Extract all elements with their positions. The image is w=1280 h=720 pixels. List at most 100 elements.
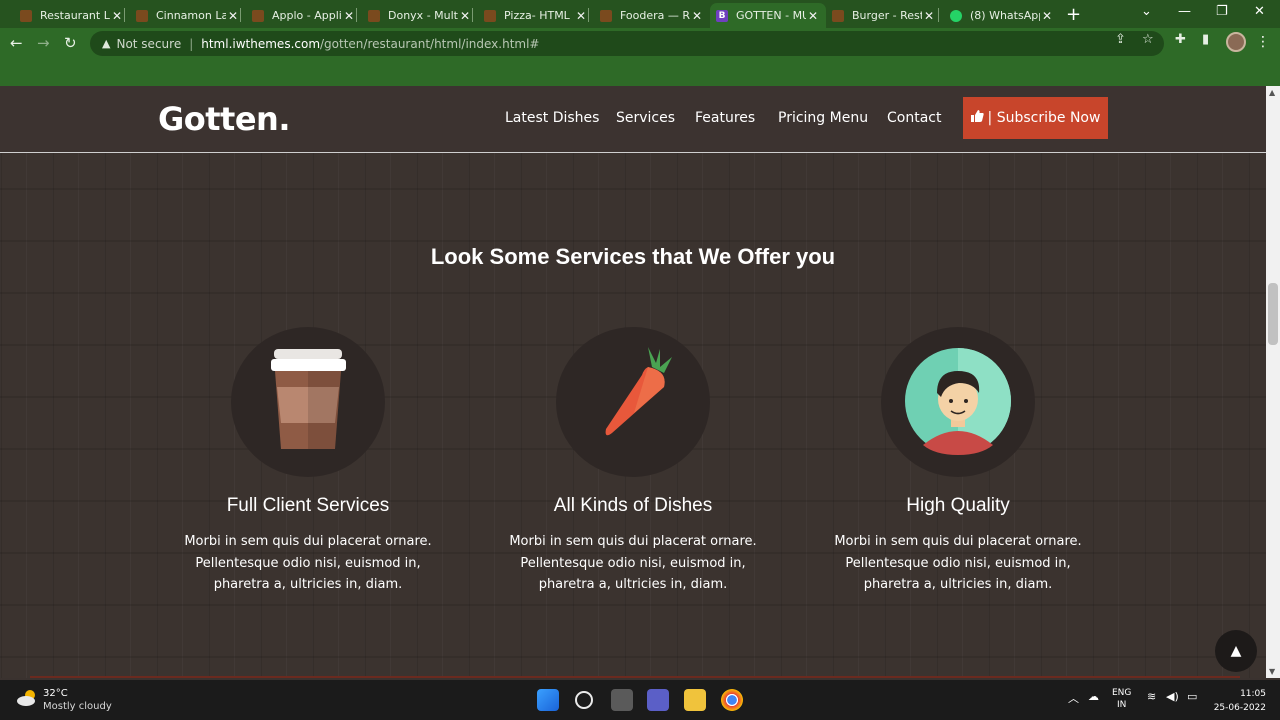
chevron-up-icon[interactable]: ︿ <box>1068 690 1079 706</box>
close-tab-icon[interactable]: ✕ <box>690 9 704 23</box>
weather-temperature[interactable]: 32°C <box>43 688 68 699</box>
browser-menu-icon[interactable]: ⋮ <box>1256 34 1270 50</box>
subscribe-button[interactable]: | Subscribe Now <box>963 97 1108 139</box>
browser-tab-active[interactable]: B GOTTEN - MU ✕ <box>710 3 826 28</box>
cloudy-weather-icon[interactable] <box>16 689 38 707</box>
service-card: All Kinds of Dishes Morbi in sem quis du… <box>473 327 793 596</box>
browser-tab[interactable]: Applo - Applic ✕ <box>246 3 362 28</box>
site-favicon-icon <box>600 9 612 22</box>
browser-tab[interactable]: Burger - Resta✕ <box>826 3 942 28</box>
close-tab-icon[interactable]: ✕ <box>226 9 240 23</box>
subscribe-label: | Subscribe Now <box>987 110 1101 126</box>
service-title: High Quality <box>906 495 1010 516</box>
restore-icon[interactable]: ❐ <box>1216 4 1228 19</box>
warning-triangle-icon: ▲ <box>102 37 111 50</box>
bootstrap-favicon-icon: B <box>716 9 728 22</box>
minimize-icon[interactable]: — <box>1178 4 1191 19</box>
next-section-edge <box>30 676 1240 678</box>
address-bar[interactable]: ▲ Not secure | html.iwthemes.com/gotten/… <box>90 31 1164 56</box>
nav-link-latest-dishes[interactable]: Latest Dishes <box>505 110 599 126</box>
wifi-icon[interactable]: ≋ <box>1147 690 1156 703</box>
close-tab-icon[interactable]: ✕ <box>574 9 588 23</box>
service-icon-circle <box>881 327 1035 477</box>
volume-icon[interactable]: ◀) <box>1166 690 1179 703</box>
site-favicon-icon <box>20 9 32 22</box>
profile-avatar[interactable] <box>1226 32 1246 52</box>
new-tab-icon[interactable]: + <box>1066 4 1081 25</box>
service-description: Morbi in sem quis dui placerat ornare. P… <box>509 534 757 592</box>
close-tab-icon[interactable]: ✕ <box>1040 9 1054 23</box>
side-panel-icon[interactable]: ▮ <box>1202 32 1209 47</box>
chef-avatar-icon <box>905 348 1011 455</box>
browser-tab[interactable]: (8) WhatsApp ✕ <box>944 3 1060 28</box>
back-arrow-icon[interactable]: ← <box>10 34 23 52</box>
teams-chat-icon[interactable] <box>647 689 669 711</box>
close-tab-icon[interactable]: ✕ <box>110 9 124 23</box>
browser-tab[interactable]: Foodera — Re ✕ <box>594 3 710 28</box>
whatsapp-favicon-icon <box>950 9 962 22</box>
carrot-icon <box>605 347 672 436</box>
reload-icon[interactable]: ↻ <box>64 34 77 52</box>
browser-tab[interactable]: Pizza- HTML L ✕ <box>478 3 594 28</box>
browser-tab-strip: Restaurant Lan✕ Cinnamon Lan✕ Applo - Ap… <box>0 0 1280 28</box>
service-icon-circle <box>231 327 385 477</box>
web-page: Gotten. Latest Dishes Services Features … <box>0 86 1266 678</box>
windows-taskbar: 32°C Mostly cloudy ︿ ☁ ENG IN ≋ ◀) ▭ 11:0… <box>0 680 1280 720</box>
site-favicon-icon <box>368 9 380 22</box>
site-logo[interactable]: Gotten. <box>158 100 290 138</box>
browser-tab[interactable]: Restaurant Lan✕ <box>14 3 130 28</box>
site-favicon-icon <box>484 9 496 22</box>
site-favicon-icon <box>832 9 844 22</box>
chrome-icon[interactable] <box>721 689 743 711</box>
extensions-puzzle-icon[interactable]: ✚ <box>1175 32 1186 47</box>
service-title: All Kinds of Dishes <box>553 495 713 516</box>
service-card: Full Client Services Morbi in sem quis d… <box>148 327 468 596</box>
service-icon-circle <box>556 327 710 477</box>
url-host: html.iwthemes.com <box>201 36 321 51</box>
windows-start-icon[interactable] <box>537 689 559 711</box>
forward-arrow-icon[interactable]: → <box>37 34 50 52</box>
site-favicon-icon <box>136 9 148 22</box>
section-title: Look Some Services that We Offer you <box>430 244 836 269</box>
bookmark-star-icon[interactable]: ☆ <box>1142 32 1154 47</box>
close-tab-icon[interactable]: ✕ <box>342 9 356 23</box>
page-top-band <box>0 59 1280 86</box>
onedrive-cloud-icon[interactable]: ☁ <box>1088 690 1099 703</box>
close-tab-icon[interactable]: ✕ <box>458 9 472 23</box>
share-icon[interactable]: ⇪ <box>1115 32 1126 47</box>
back-to-top-button[interactable]: ▲ <box>1215 630 1257 672</box>
search-icon[interactable] <box>575 691 593 709</box>
browser-tab[interactable]: Cinnamon Lan✕ <box>130 3 246 28</box>
thumbs-up-icon <box>970 110 984 126</box>
language-indicator[interactable]: ENG IN <box>1112 687 1131 711</box>
close-tab-icon[interactable]: ✕ <box>806 9 820 23</box>
scroll-down-arrow-icon[interactable]: ▼ <box>1269 667 1275 676</box>
page-scrollbar[interactable] <box>1266 86 1280 678</box>
coffee-cup-icon <box>271 349 346 449</box>
close-window-icon[interactable]: ✕ <box>1254 4 1265 19</box>
nav-link-features[interactable]: Features <box>695 110 755 126</box>
security-status[interactable]: Not secure <box>116 37 181 51</box>
weather-condition[interactable]: Mostly cloudy <box>43 701 112 712</box>
close-tab-icon[interactable]: ✕ <box>922 9 936 23</box>
task-view-icon[interactable] <box>611 689 633 711</box>
scrollbar-thumb[interactable] <box>1268 283 1278 345</box>
browser-toolbar: ← → ↻ ▲ Not secure | html.iwthemes.com/g… <box>0 28 1280 59</box>
browser-tab[interactable]: Donyx - Multi ✕ <box>362 3 478 28</box>
nav-link-services[interactable]: Services <box>616 110 675 126</box>
service-description: Morbi in sem quis dui placerat ornare. P… <box>834 534 1082 592</box>
site-favicon-icon <box>252 9 264 22</box>
nav-link-contact[interactable]: Contact <box>887 110 941 126</box>
service-card: High Quality Morbi in sem quis dui place… <box>798 327 1118 596</box>
battery-icon[interactable]: ▭ <box>1187 690 1197 703</box>
nav-link-pricing-menu[interactable]: Pricing Menu <box>778 110 868 126</box>
service-description: Morbi in sem quis dui placerat ornare. P… <box>184 534 432 592</box>
tab-search-icon[interactable]: ⌄ <box>1141 4 1152 19</box>
site-header: Gotten. Latest Dishes Services Features … <box>0 86 1266 153</box>
scroll-up-arrow-icon[interactable]: ▲ <box>1269 88 1275 97</box>
triangle-up-icon: ▲ <box>1230 643 1242 659</box>
service-title: Full Client Services <box>226 495 390 516</box>
system-clock[interactable]: 11:05 25-06-2022 <box>1212 687 1266 715</box>
url-path: /gotten/restaurant/html/index.html# <box>320 36 540 51</box>
file-explorer-icon[interactable] <box>684 689 706 711</box>
